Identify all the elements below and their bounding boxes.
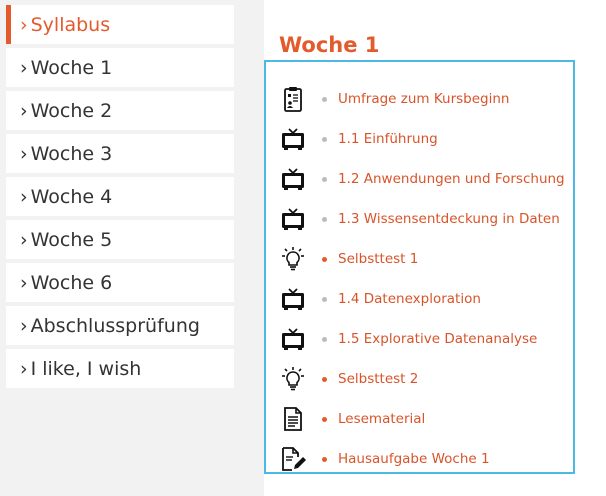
bullet-dot: [322, 216, 327, 222]
bullet-dot: [322, 256, 327, 262]
sidebar-item-label: Woche 5: [30, 228, 113, 251]
chevron-right-icon: ›: [20, 185, 28, 208]
bullet-dot: [322, 416, 327, 422]
sidebar-item-label: Woche 2: [30, 99, 113, 122]
list-item[interactable]: Umfrage zum Kursbeginn: [280, 82, 570, 116]
sidebar-item-label: Abschlussprüfung: [30, 314, 200, 337]
sidebar-item-woche-4[interactable]: › Woche 4: [6, 177, 234, 216]
item-link[interactable]: Lesematerial: [338, 411, 425, 427]
item-link[interactable]: 1.5 Explorative Datenanalyse: [338, 331, 537, 347]
sidebar-item-woche-5[interactable]: › Woche 5: [6, 220, 234, 259]
sidebar-item-woche-6[interactable]: › Woche 6: [6, 263, 234, 302]
chevron-right-icon: ›: [20, 142, 28, 165]
video-tv-icon: [280, 325, 306, 353]
survey-clipboard-icon: [280, 85, 306, 113]
sidebar-item-woche-1[interactable]: › Woche 1: [6, 48, 234, 87]
item-link[interactable]: Umfrage zum Kursbeginn: [338, 91, 510, 107]
assignment-edit-icon: [280, 445, 306, 473]
list-item[interactable]: Hausaufgabe Woche 1: [280, 442, 570, 476]
sidebar-item-label: Woche 3: [30, 142, 113, 165]
sidebar-item-woche-3[interactable]: › Woche 3: [6, 134, 234, 173]
lightbulb-icon: [280, 245, 306, 273]
list-item[interactable]: 1.1 Einführung: [280, 122, 570, 156]
item-link[interactable]: Hausaufgabe Woche 1: [338, 451, 490, 467]
video-tv-icon: [280, 125, 306, 153]
chevron-right-icon: ›: [20, 56, 28, 79]
sidebar: › Syllabus › Woche 1 › Woche 2 › Woche 3 › Wo…: [0, 0, 264, 496]
bullet-dot: [322, 296, 327, 302]
chevron-right-icon: ›: [20, 314, 28, 337]
sidebar-item-label: Syllabus: [30, 13, 111, 36]
chevron-right-icon: ›: [20, 357, 28, 380]
item-link[interactable]: 1.2 Anwendungen und Forschung: [338, 171, 565, 187]
video-tv-icon: [280, 285, 306, 313]
bullet-dot: [322, 376, 327, 382]
list-item[interactable]: 1.4 Datenexploration: [280, 282, 570, 316]
bullet-dot: [322, 96, 327, 102]
sidebar-item-woche-2[interactable]: › Woche 2: [6, 91, 234, 130]
chevron-right-icon: ›: [20, 228, 28, 251]
page-title: Woche 1: [279, 33, 380, 57]
item-link[interactable]: Selbsttest 1: [338, 251, 418, 267]
list-item[interactable]: Selbsttest 2: [280, 362, 570, 396]
list-item[interactable]: 1.3 Wissensentdeckung in Daten: [280, 202, 570, 236]
document-icon: [280, 405, 306, 433]
chevron-right-icon: ›: [20, 99, 28, 122]
sidebar-item-i-like-i-wish[interactable]: › I like, I wish: [6, 349, 234, 388]
item-link[interactable]: Selbsttest 2: [338, 371, 418, 387]
list-item[interactable]: 1.2 Anwendungen und Forschung: [280, 162, 570, 196]
week-items-list: Umfrage zum Kursbeginn 1.1 Einführung 1.…: [264, 60, 575, 474]
bullet-dot: [322, 136, 327, 142]
item-link[interactable]: 1.4 Datenexploration: [338, 291, 481, 307]
video-tv-icon: [280, 165, 306, 193]
sidebar-item-label: I like, I wish: [30, 357, 142, 380]
chevron-right-icon: ›: [20, 271, 28, 294]
item-link[interactable]: 1.3 Wissensentdeckung in Daten: [338, 211, 560, 227]
item-link[interactable]: 1.1 Einführung: [338, 131, 438, 147]
lightbulb-icon: [280, 365, 306, 393]
bullet-dot: [322, 456, 327, 462]
main-content: Woche 1 Umfrage zum Kursbeginn 1.1 Einfü…: [264, 0, 606, 496]
sidebar-item-label: Woche 6: [30, 271, 113, 294]
bullet-dot: [322, 176, 327, 182]
chevron-right-icon: ›: [20, 13, 28, 36]
sidebar-item-syllabus[interactable]: › Syllabus: [6, 5, 234, 44]
list-item[interactable]: 1.5 Explorative Datenanalyse: [280, 322, 570, 356]
bullet-dot: [322, 336, 327, 342]
video-tv-icon: [280, 205, 306, 233]
list-item[interactable]: Lesematerial: [280, 402, 570, 436]
sidebar-item-abschlusspruefung[interactable]: › Abschlussprüfung: [6, 306, 234, 345]
sidebar-item-label: Woche 4: [30, 185, 113, 208]
list-item[interactable]: Selbsttest 1: [280, 242, 570, 276]
sidebar-item-label: Woche 1: [30, 56, 113, 79]
